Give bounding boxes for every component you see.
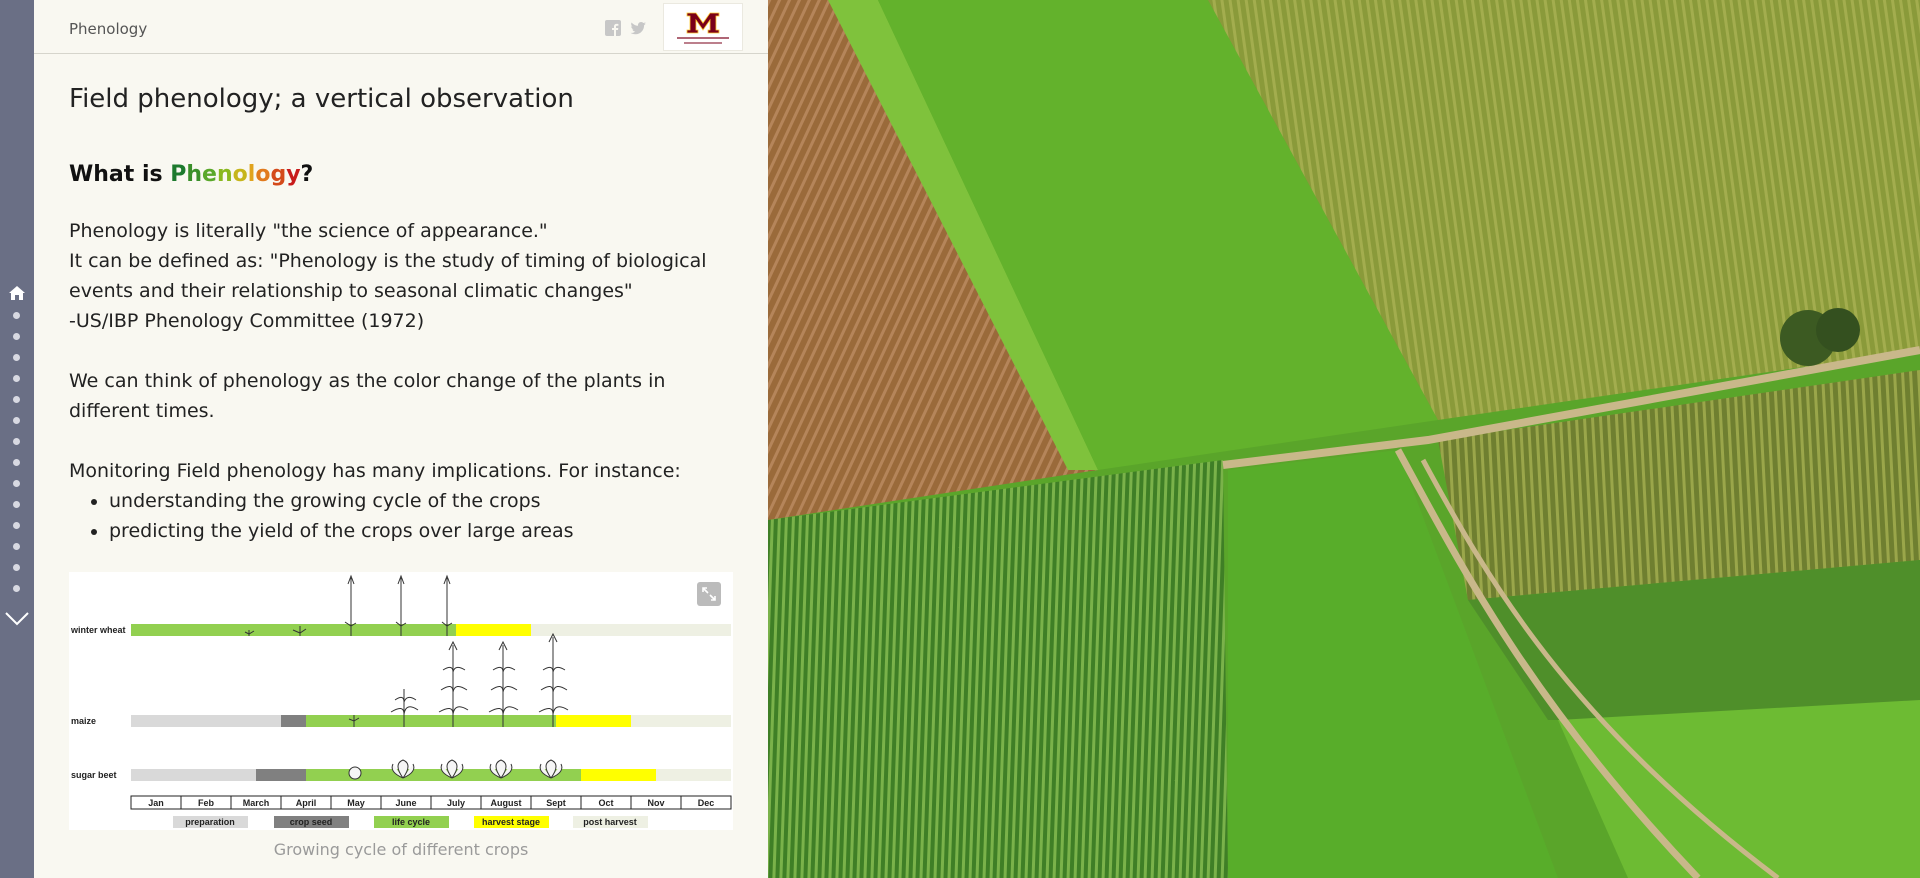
beet-post-harvest [656, 769, 731, 781]
beet-preparation [131, 769, 256, 781]
maize-preparation [131, 715, 281, 727]
maize-crop-seed [281, 715, 306, 727]
nav-dot[interactable] [13, 522, 20, 529]
expand-button[interactable] [697, 582, 721, 606]
month-label: Oct [598, 798, 613, 808]
month-label: Feb [198, 798, 215, 808]
nav-dot[interactable] [13, 333, 20, 340]
crop-label-sugar-beet: sugar beet [71, 770, 117, 780]
crop-cycle-figure[interactable]: winter wheat maize sugar beet Jan Feb Ma… [69, 572, 733, 830]
heading-suffix: ? [300, 162, 314, 187]
month-label: June [395, 798, 416, 808]
app-title: Phenology [69, 20, 148, 38]
month-label: April [296, 798, 317, 808]
university-logo[interactable] [663, 3, 743, 51]
nav-dot[interactable] [13, 438, 20, 445]
expand-icon [702, 587, 716, 601]
beet-harvest-stage [581, 769, 656, 781]
list-item: predicting the yield of the crops over l… [109, 516, 739, 546]
legend-harvest-stage: harvest stage [482, 817, 540, 827]
header-bar: Phenology [34, 0, 768, 54]
definition-quote: It can be defined as: "Phenology is the … [69, 250, 707, 302]
heading-letter: y [286, 162, 301, 187]
month-label: March [243, 798, 270, 808]
maize-harvest-stage [556, 715, 631, 727]
list-item: understanding the growing cycle of the c… [109, 486, 739, 516]
heading-letter: o [232, 162, 248, 187]
legend-post-harvest: post harvest [583, 817, 637, 827]
wheat-harvest-stage [456, 624, 531, 636]
wheat-post-harvest [531, 624, 731, 636]
implications-intro: Monitoring Field phenology has many impl… [69, 460, 681, 482]
maize-plants [348, 632, 569, 727]
section-heading: What is Phenology? [69, 160, 739, 190]
nav-dot[interactable] [13, 543, 20, 550]
month-label: Sept [546, 798, 566, 808]
definition-line: Phenology is literally "the science of a… [69, 220, 548, 242]
nav-dot[interactable] [13, 312, 20, 319]
heading-letter: e [202, 162, 217, 187]
beet-crop-seed [256, 769, 306, 781]
home-icon[interactable] [8, 284, 26, 302]
navigation-rail [0, 0, 34, 878]
nav-dot[interactable] [13, 396, 20, 403]
month-label: July [447, 798, 465, 808]
aerial-field-photo [768, 0, 1920, 878]
month-label: Dec [698, 798, 715, 808]
color-change-paragraph: We can think of phenology as the color c… [69, 370, 666, 422]
figure-caption: Growing cycle of different crops [273, 840, 529, 859]
nav-dot[interactable] [13, 354, 20, 361]
crop-label-winter-wheat: winter wheat [70, 625, 126, 635]
month-label: August [491, 798, 522, 808]
heading-letter: n [216, 162, 233, 187]
heading-letter: P [170, 162, 187, 187]
maize-post-harvest [631, 715, 731, 727]
legend-preparation: preparation [185, 817, 235, 827]
month-label: Jan [148, 798, 164, 808]
heading-word: Phenology [170, 162, 300, 187]
legend-life-cycle: life cycle [392, 817, 430, 827]
heading-letter: g [270, 162, 287, 187]
twitter-icon[interactable] [630, 20, 646, 36]
month-label: Nov [647, 798, 664, 808]
nav-dot[interactable] [13, 417, 20, 424]
month-label: May [347, 798, 365, 808]
heading-prefix: What is [69, 162, 171, 187]
nav-dot[interactable] [13, 459, 20, 466]
legend-crop-seed: crop seed [290, 817, 333, 827]
maize-life-cycle [306, 715, 556, 727]
nav-dot[interactable] [13, 585, 20, 592]
heading-letter: o [255, 162, 271, 187]
crop-label-maize: maize [71, 716, 96, 726]
heading-letter: h [186, 162, 203, 187]
story-panel: Phenology Field phenology; a vertical ob… [34, 0, 768, 878]
story-content: Field phenology; a vertical observation … [69, 82, 739, 546]
chevron-down-icon[interactable] [4, 606, 30, 630]
nav-dot[interactable] [13, 564, 20, 571]
section-dots [13, 312, 21, 606]
nav-dot[interactable] [13, 501, 20, 508]
nav-dot[interactable] [13, 480, 20, 487]
nav-dot[interactable] [13, 375, 20, 382]
definition-source: -US/IBP Phenology Committee (1972) [69, 310, 425, 332]
implications-list: understanding the growing cycle of the c… [69, 486, 739, 546]
page-title: Field phenology; a vertical observation [69, 84, 574, 114]
facebook-icon[interactable] [605, 20, 621, 36]
